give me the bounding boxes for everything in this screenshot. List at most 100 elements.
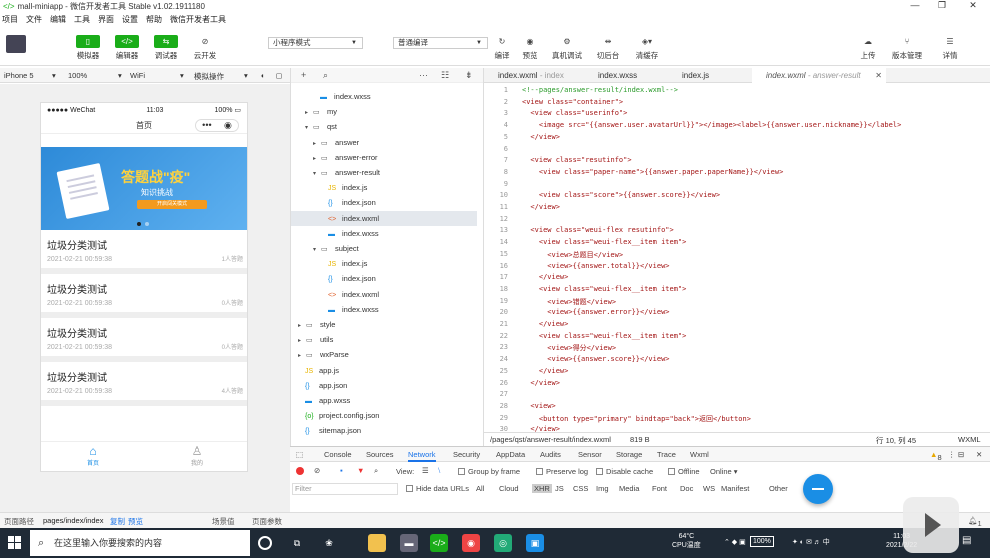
tree-folder[interactable]: ▸ ▭ answer <box>313 135 359 150</box>
app-icon[interactable]: ❀ <box>320 534 338 552</box>
tree-file[interactable]: {o} project.config.json <box>305 408 379 423</box>
cut-background-button[interactable]: ⇹ 切后台 <box>596 35 620 61</box>
checkbox[interactable] <box>668 468 675 475</box>
simulator-button[interactable]: ▯ 模拟器 <box>76 35 100 61</box>
code-line[interactable]: </view> <box>522 379 560 387</box>
folder-icon[interactable] <box>368 534 386 552</box>
tree-file[interactable]: {} app.json <box>305 378 347 393</box>
code-line[interactable]: <view>{{answer.total}}</view> <box>522 262 669 270</box>
editor-tab[interactable]: index.wxss <box>584 68 668 83</box>
close-target-icon[interactable]: ◉ <box>224 117 232 134</box>
zoom-select[interactable]: 100% <box>68 71 87 80</box>
tree-file[interactable]: <> index.wxml <box>291 210 477 226</box>
code-line[interactable]: <view class="paper-name">{{answer.paper.… <box>522 168 783 176</box>
search-icon[interactable]: ⌕ <box>374 466 378 476</box>
tree-folder[interactable]: ▸ ▭ wxParse <box>298 347 349 362</box>
code-line[interactable]: </view> <box>522 273 569 281</box>
network-select[interactable]: WiFi <box>130 71 145 80</box>
sort-icon[interactable]: ☷ <box>441 70 449 81</box>
editor-button[interactable]: </> 编辑器 <box>115 35 139 61</box>
more-icon[interactable]: ··· <box>419 70 428 80</box>
tab-mine[interactable]: ♙ 我的 <box>167 445 227 468</box>
tree-folder[interactable]: ▸ ▭ my <box>305 104 337 119</box>
tree-folder[interactable]: ▾ ▭ subject <box>313 241 359 256</box>
code-line[interactable]: <view>{{answer.error}}</view> <box>522 308 669 316</box>
language-mode[interactable]: WXML <box>958 435 981 444</box>
code-line[interactable]: <!--pages/answer-result/index.wxml--> <box>522 86 678 94</box>
type-filter-css[interactable]: CSS <box>573 484 588 493</box>
type-filter-cloud[interactable]: Cloud <box>499 484 519 493</box>
tree-file[interactable]: <> index.wxml <box>328 287 379 302</box>
chevron-down-icon[interactable]: ▾ <box>313 243 321 258</box>
tab-storage[interactable]: Storage <box>616 450 642 459</box>
tray-icons[interactable]: ✦ ◐ ✉ ♬ 中 <box>792 538 830 547</box>
wechat-devtools-icon[interactable]: </> <box>430 534 448 552</box>
warning-icon[interactable]: ▲ 8 <box>930 450 942 462</box>
code-line[interactable]: <view>总题目</view> <box>522 250 623 260</box>
tab-network[interactable]: Network <box>408 450 436 462</box>
type-filter-img[interactable]: Img <box>596 484 609 493</box>
chrome-icon[interactable]: ◉ <box>462 534 480 552</box>
type-filter-font[interactable]: Font <box>652 484 667 493</box>
code-line[interactable]: <view>得分</view> <box>522 343 616 353</box>
filter-input[interactable]: Filter <box>292 483 398 495</box>
checkbox[interactable] <box>406 485 413 492</box>
code-line[interactable]: </view> <box>522 133 560 141</box>
checkbox[interactable] <box>536 468 543 475</box>
version-button[interactable]: ⑂ 版本管理 <box>892 35 922 61</box>
editor-tab[interactable]: index.wxml - index <box>484 68 584 83</box>
real-device-debug-button[interactable]: ⚙ 真机调试 <box>552 35 582 61</box>
more-icon[interactable]: ⋮ <box>948 450 956 459</box>
mode-select[interactable]: 小程序模式 ▼ <box>268 37 363 49</box>
type-filter-xhr[interactable]: XHR <box>532 484 552 493</box>
quiz-card[interactable]: 垃圾分类测试 2021-02-21 00:59:38 4人答题 <box>41 362 247 406</box>
inspect-icon[interactable]: ⬚ <box>296 450 303 459</box>
code-line[interactable]: <view class="container"> <box>522 98 623 106</box>
tree-folder[interactable]: ▾ ▭ qst <box>305 119 337 134</box>
menu-tools[interactable]: 工具 <box>74 14 90 25</box>
type-filter-media[interactable]: Media <box>619 484 639 493</box>
type-filter-doc[interactable]: Doc <box>680 484 693 493</box>
upload-button[interactable]: ☁ 上传 <box>856 35 880 61</box>
menu-help[interactable]: 帮助 <box>146 14 162 25</box>
quiz-card[interactable]: 垃圾分类测试 2021-02-21 00:59:38 0人答题 <box>41 318 247 362</box>
compile-mode-select[interactable]: 普通编译 ▼ <box>393 37 488 49</box>
maximize-button[interactable]: ❐ <box>927 0 957 12</box>
collapse-icon[interactable]: ⇟ <box>465 70 473 81</box>
tray-icons[interactable]: ⌃ ◆ ▣ <box>724 538 746 547</box>
editor-tab[interactable]: index.js <box>668 68 752 83</box>
preview-button[interactable]: ◉ 预览 <box>518 35 542 61</box>
code-line[interactable]: </view> <box>522 320 569 328</box>
checkbox[interactable] <box>458 468 465 475</box>
offline-checkbox[interactable]: Offline <box>668 467 700 476</box>
code-line[interactable]: <view class="userinfo"> <box>522 109 627 117</box>
tree-folder[interactable]: ▸ ▭ answer-error <box>313 150 378 165</box>
tab-appdata[interactable]: AppData <box>496 450 525 459</box>
tree-folder[interactable]: ▾ ▭ answer-result <box>313 165 380 180</box>
swiper-banner[interactable]: 答题战"疫" 知识挑战 开启闯关模式 <box>41 147 247 230</box>
code-line[interactable]: <view class="weui-flex__item item"> <box>522 332 687 340</box>
capsule-menu[interactable]: ••• ◉ <box>195 119 239 132</box>
add-icon[interactable]: + <box>301 70 306 80</box>
menu-project[interactable]: 项目 <box>2 14 18 25</box>
tree-file[interactable]: ▬ index.wxss <box>328 226 379 241</box>
battery-indicator[interactable]: 100% <box>750 536 774 547</box>
chevron-down-icon[interactable]: ▾ <box>313 167 321 182</box>
tree-folder[interactable]: ▸ ▭ style <box>298 317 335 332</box>
tree-file[interactable]: {} index.json <box>328 195 376 210</box>
menu-devtools[interactable]: 微信开发者工具 <box>170 14 226 25</box>
preview-link[interactable]: 预览 <box>128 516 143 527</box>
cloud-dev-button[interactable]: ⊘ 云开发 <box>193 35 217 61</box>
details-button[interactable]: ☰ 详情 <box>938 35 962 61</box>
chevron-down-icon[interactable]: ▾ <box>305 121 313 136</box>
tree-file[interactable]: ▬ index.wxss <box>328 302 379 317</box>
avatar[interactable] <box>6 35 26 53</box>
tree-file[interactable]: {} index.json <box>328 271 376 286</box>
menu-edit[interactable]: 编辑 <box>50 14 66 25</box>
tree-file[interactable]: ▬ app.wxss <box>305 393 350 408</box>
list-view-icon[interactable]: ☰ <box>422 466 429 475</box>
compile-button[interactable]: ↻ 编译 <box>490 35 514 61</box>
clear-cache-button[interactable]: ◈▾ 清缓存 <box>635 35 659 61</box>
type-filter-ws[interactable]: WS <box>703 484 715 493</box>
windows-start-icon[interactable] <box>8 536 21 549</box>
